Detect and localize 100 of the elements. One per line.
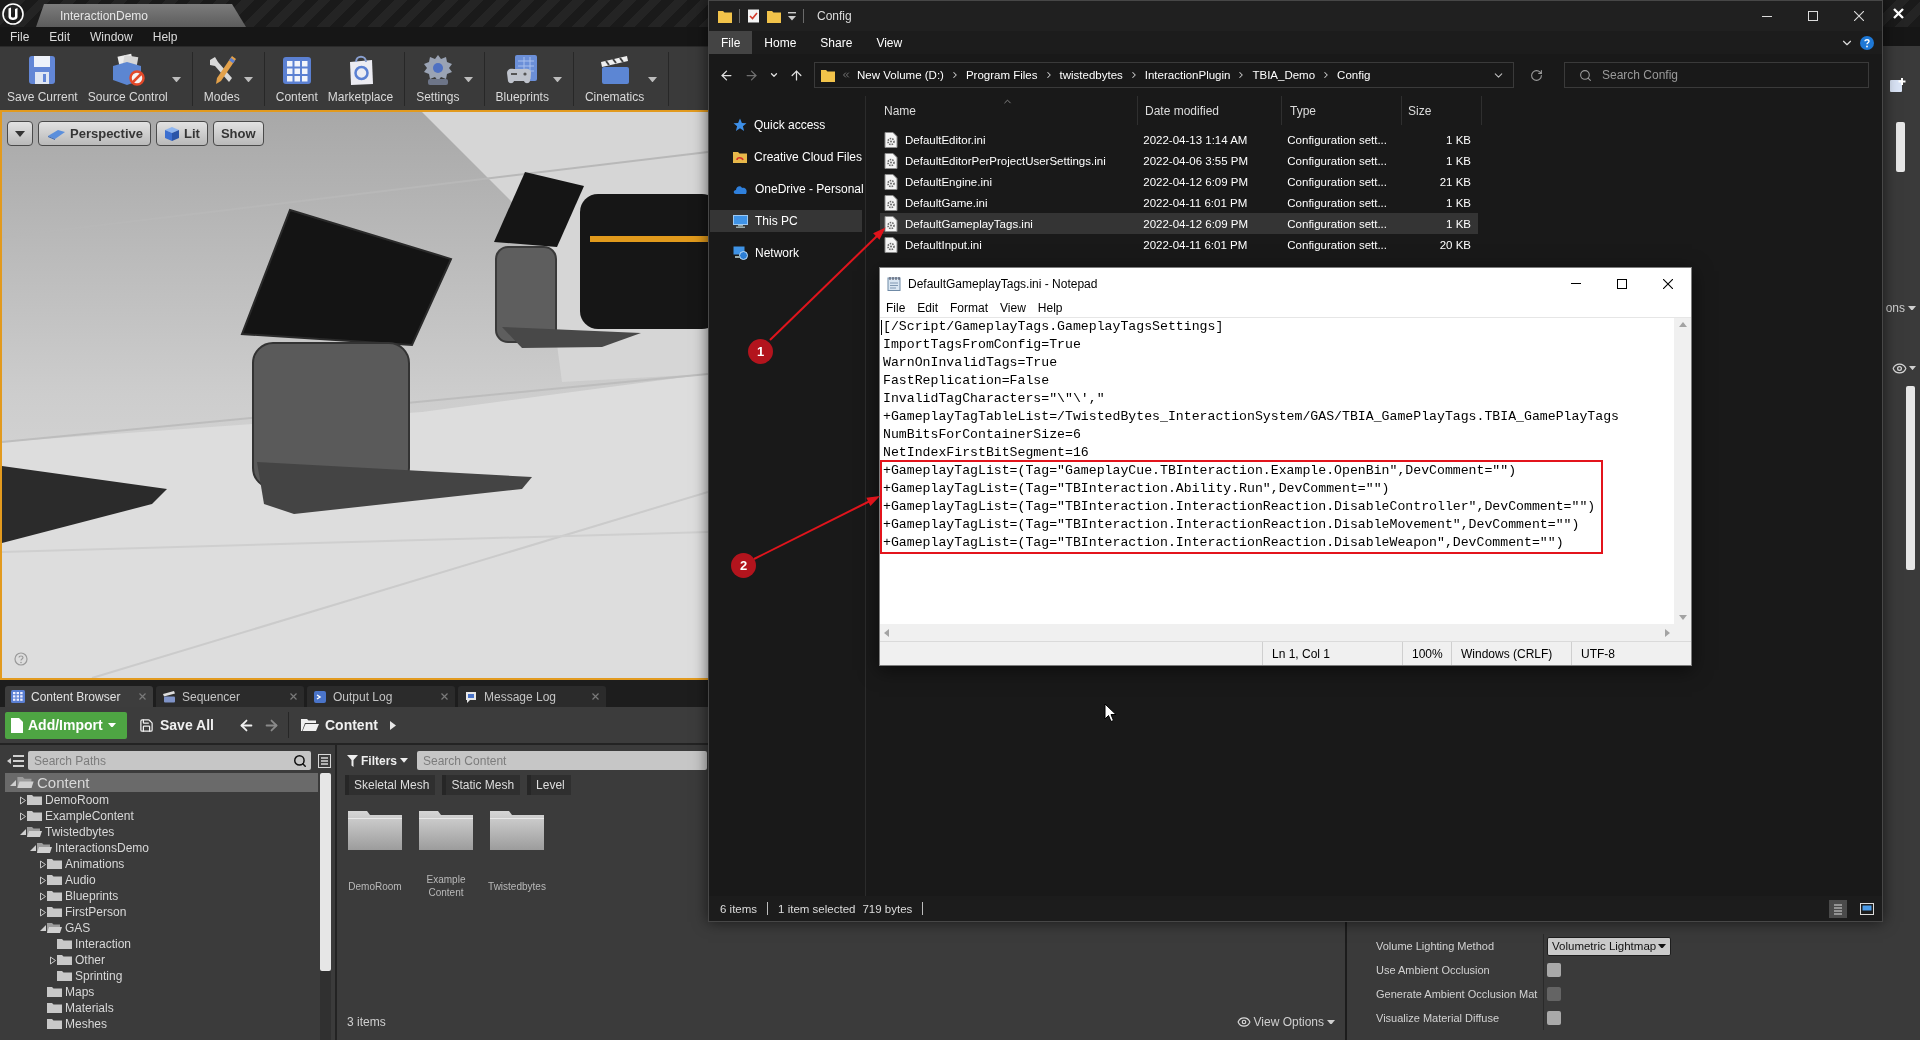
toolbar-button[interactable]: Source Control [82, 48, 186, 109]
menu-item[interactable]: File [886, 301, 906, 315]
toolbar-button[interactable]: Blueprints [490, 48, 567, 109]
breadcrumb-item[interactable]: Config [1337, 69, 1371, 81]
path-button[interactable]: Content [296, 711, 382, 739]
tree-item[interactable]: Other [5, 952, 318, 968]
panel-tab[interactable]: Sequencer [156, 686, 304, 707]
column-header[interactable]: Size [1402, 96, 1482, 125]
nav-item[interactable]: Creative Cloud Files [710, 146, 862, 168]
file-row[interactable]: DefaultEditorPerProjectUserSettings.ini 2022-04-06 3:55 PM Configuration sett... 1 KB [880, 150, 1478, 171]
file-menu-button[interactable]: File [709, 31, 753, 54]
tree-item[interactable]: Blueprints [5, 888, 318, 904]
expanded-arrow-icon[interactable] [9, 778, 17, 787]
collapsed-arrow-icon[interactable] [19, 795, 27, 805]
file-row[interactable]: DefaultEditor.ini 2022-04-13 1:14 AM Configuration sett... 1 KB [880, 129, 1478, 150]
menu-item[interactable]: Edit [49, 29, 71, 44]
tree-item[interactable]: Animations [5, 856, 318, 872]
menu-item[interactable]: Help [1037, 301, 1063, 315]
breadcrumb-item[interactable]: New Volume (D:) [857, 69, 944, 81]
filter-chip[interactable]: Skeletal Mesh [345, 775, 436, 795]
save-all-button[interactable]: Save All [135, 711, 218, 739]
tree-item[interactable]: DemoRoom [5, 792, 318, 808]
checkbox[interactable] [1547, 1011, 1561, 1025]
scrollbar-thumb[interactable] [1896, 122, 1905, 172]
column-header[interactable]: Name [880, 96, 1138, 125]
menu-item[interactable]: Help [152, 29, 178, 44]
tree-item[interactable]: FirstPerson [5, 904, 318, 920]
tree-item[interactable]: Content [5, 773, 318, 792]
folder-tile[interactable]: DemoRoom [347, 810, 403, 900]
filter-chip[interactable]: Static Mesh [442, 775, 521, 795]
details-view-icon[interactable] [1829, 899, 1847, 918]
caret-down-icon[interactable] [788, 11, 796, 21]
menu-item[interactable]: Format [950, 301, 989, 315]
nav-item[interactable]: This PC [710, 210, 862, 232]
folder-tile[interactable]: Twistedbytes [489, 810, 545, 900]
nav-item[interactable]: OneDrive - Personal [710, 178, 862, 200]
tree-item[interactable]: Materials [5, 1000, 318, 1016]
panel-tab[interactable]: Content Browser [5, 686, 153, 707]
address-bar[interactable]: New Volume (D:) Program Files twistedbytes InteractionPlugin TBIA_Demo Config [814, 62, 1514, 88]
viewport-button[interactable]: Lit [156, 121, 208, 146]
file-row[interactable]: DefaultGameplayTags.ini 2022-04-12 6:09 PM Configuration sett... 1 KB [880, 213, 1478, 234]
document-tab[interactable]: InteractionDemo [36, 4, 246, 27]
expanded-arrow-icon[interactable] [39, 924, 47, 932]
tree-item[interactable]: Meshes [5, 1016, 318, 1032]
tree-item[interactable]: Audio [5, 872, 318, 888]
breadcrumb-item[interactable]: twistedbytes [1059, 69, 1123, 81]
filters-button[interactable]: Filters [347, 753, 408, 768]
list-view-icon[interactable] [318, 753, 331, 768]
chevron-down-icon[interactable] [769, 70, 779, 80]
add-icon[interactable] [1890, 78, 1906, 92]
collapsed-arrow-icon[interactable] [49, 955, 57, 965]
search-field[interactable]: Search Config [1564, 62, 1869, 88]
viewport-menu-button[interactable] [7, 121, 33, 146]
column-header[interactable]: Type [1282, 96, 1402, 125]
panel-tab[interactable]: Message Log [458, 686, 606, 707]
breadcrumb-item[interactable]: Program Files [965, 69, 1038, 81]
menu-item[interactable]: Window [90, 29, 133, 44]
menu-item[interactable]: View [1000, 301, 1026, 315]
toolbar-button[interactable]: Save Current [2, 48, 83, 109]
collapsed-arrow-icon[interactable] [39, 859, 47, 869]
collapsed-arrow-icon[interactable] [39, 875, 47, 885]
tree-item[interactable]: Interaction [5, 936, 318, 952]
tree-item[interactable]: Twistedbytes [5, 824, 318, 840]
eye-icon[interactable] [1892, 360, 1907, 376]
expanded-arrow-icon[interactable] [29, 844, 37, 852]
large-icons-view-icon[interactable] [1860, 902, 1874, 915]
collapsed-arrow-icon[interactable] [19, 811, 27, 821]
expanded-arrow-icon[interactable] [19, 828, 27, 836]
collapsed-arrow-icon[interactable] [39, 891, 47, 901]
toolbar-button[interactable]: Content [270, 48, 323, 109]
checkbox[interactable] [1547, 963, 1561, 977]
help-icon[interactable] [1860, 35, 1874, 50]
column-header[interactable]: Date modified [1138, 96, 1282, 125]
caret-right-icon[interactable] [389, 720, 396, 730]
file-row[interactable]: DefaultInput.ini 2022-04-11 6:01 PM Configuration sett... 20 KB [880, 234, 1478, 255]
tree-item[interactable]: Sprinting [5, 968, 318, 984]
breadcrumb-item[interactable]: InteractionPlugin [1144, 69, 1231, 81]
toolbar-button[interactable]: Modes [198, 48, 258, 109]
folder-icon[interactable] [767, 9, 781, 23]
viewport-button[interactable]: Perspective [38, 121, 151, 146]
folder-tile[interactable]: Example Content [418, 810, 474, 900]
view-options-button[interactable]: ons [1885, 301, 1916, 315]
menu-item[interactable]: File [10, 29, 30, 44]
tree-item[interactable]: ExampleContent [5, 808, 318, 824]
tree-item[interactable]: GAS [5, 920, 318, 936]
file-row[interactable]: DefaultGame.ini 2022-04-11 6:01 PM Configuration sett... 1 KB [880, 192, 1478, 213]
view-options-button[interactable]: View Options [1236, 1015, 1335, 1029]
scrollbar-thumb[interactable] [320, 773, 331, 971]
toolbar-button[interactable]: Cinematics [579, 48, 663, 109]
forward-arrow-icon[interactable] [744, 67, 759, 83]
menu-item[interactable]: Edit [917, 301, 939, 315]
collapsed-arrow-icon[interactable] [39, 907, 47, 917]
tree-item[interactable]: Maps [5, 984, 318, 1000]
scrollbar-thumb[interactable] [1906, 386, 1915, 570]
ribbon-tab[interactable]: Home [752, 31, 809, 54]
file-row[interactable]: DefaultEngine.ini 2022-04-12 6:09 PM Configuration sett... 21 KB [880, 171, 1478, 192]
collapse-tree-icon[interactable] [7, 753, 24, 768]
viewport-button[interactable]: Show [212, 121, 264, 146]
ribbon-tab[interactable]: Share [808, 31, 865, 54]
filter-chip[interactable]: Level [527, 775, 571, 795]
